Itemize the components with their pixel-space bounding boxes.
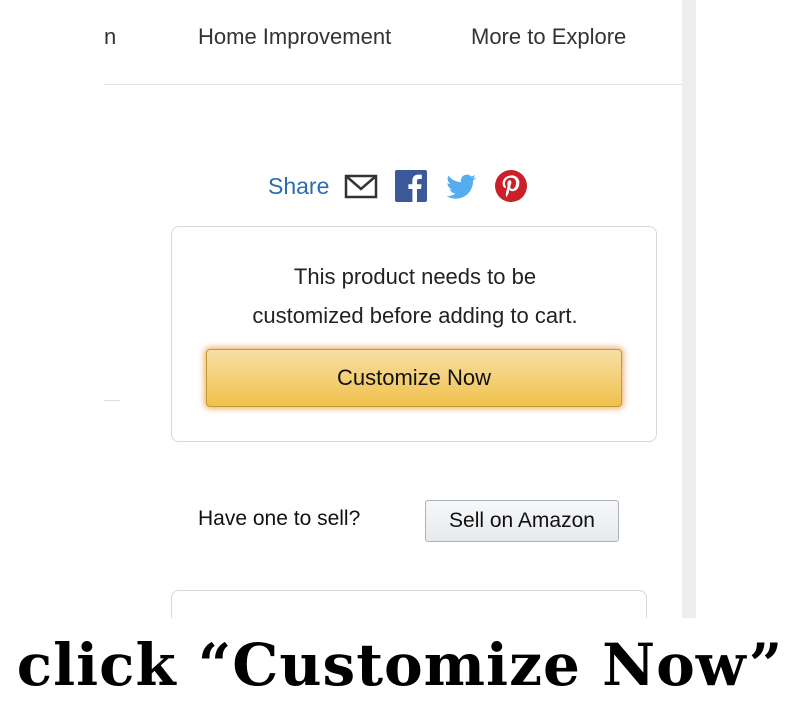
nav-item-truncated[interactable]: n [104, 24, 116, 50]
top-nav: n Home Improvement More to Explore [104, 0, 682, 85]
share-row: Share [268, 168, 543, 204]
nav-item-more-to-explore[interactable]: More to Explore [471, 24, 626, 50]
share-label[interactable]: Share [268, 173, 329, 200]
sell-on-amazon-button[interactable]: Sell on Amazon [425, 500, 619, 542]
page-edge [682, 0, 696, 618]
facebook-icon[interactable] [393, 168, 429, 204]
nav-item-home-improvement[interactable]: Home Improvement [198, 24, 391, 50]
customize-now-button[interactable]: Customize Now [206, 349, 622, 407]
customize-notice-line-2: customized before adding to cart. [252, 303, 578, 328]
pinterest-icon[interactable] [493, 168, 529, 204]
customize-buy-box: This product needs to be customized befo… [171, 226, 657, 442]
mail-icon[interactable] [343, 168, 379, 204]
customize-notice: This product needs to be customized befo… [172, 257, 658, 335]
next-panel [171, 590, 647, 618]
divider [104, 400, 120, 401]
product-page-screenshot: n Home Improvement More to Explore Share… [0, 0, 800, 618]
customize-notice-line-1: This product needs to be [293, 264, 537, 289]
twitter-icon[interactable] [443, 168, 479, 204]
instruction-caption: click “Customize Now” [0, 618, 800, 712]
sell-question: Have one to sell? [198, 507, 361, 530]
